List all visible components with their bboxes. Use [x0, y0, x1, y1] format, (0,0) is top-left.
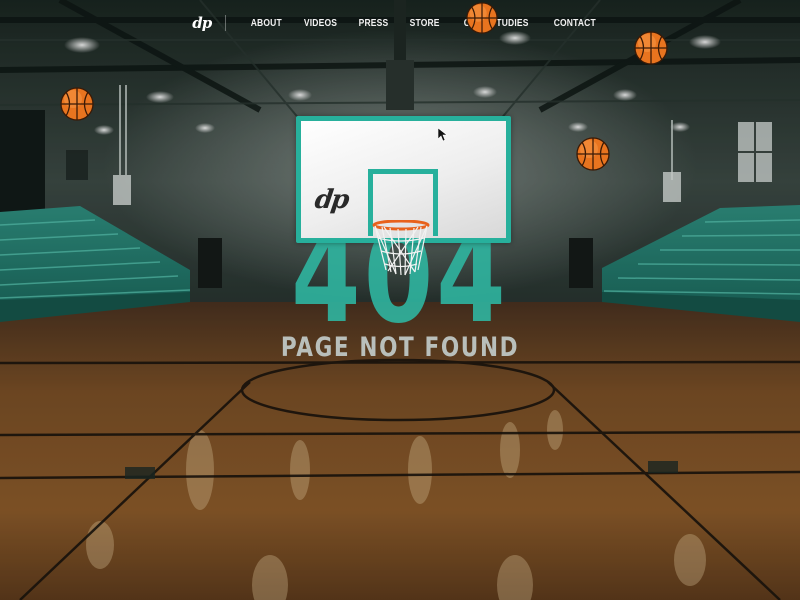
- nav-item-press[interactable]: PRESS: [358, 18, 388, 29]
- cursor-icon: [438, 128, 448, 142]
- error-message: PAGE NOT FOUND: [280, 332, 520, 363]
- basketball-icon[interactable]: [466, 2, 498, 34]
- nav-item-contact[interactable]: CONTACT: [554, 18, 596, 29]
- nav-item-store[interactable]: STORE: [409, 18, 439, 29]
- top-nav: dp ABOUT VIDEOS PRESS STORE CASE STUDIES…: [0, 10, 800, 36]
- basketball-icon[interactable]: [576, 137, 610, 171]
- hoop-icon: [372, 220, 430, 276]
- nav-menu: ABOUT VIDEOS PRESS STORE CASE STUDIES CO…: [240, 18, 608, 29]
- backboard-logo: dp: [312, 185, 350, 215]
- nav-item-about[interactable]: ABOUT: [251, 18, 282, 29]
- error-page: dp ABOUT VIDEOS PRESS STORE CASE STUDIES…: [0, 0, 800, 600]
- nav-item-videos[interactable]: VIDEOS: [304, 18, 337, 29]
- basketball-icon[interactable]: [634, 31, 668, 65]
- logo[interactable]: dp: [192, 15, 227, 31]
- basketball-icon[interactable]: [60, 87, 94, 121]
